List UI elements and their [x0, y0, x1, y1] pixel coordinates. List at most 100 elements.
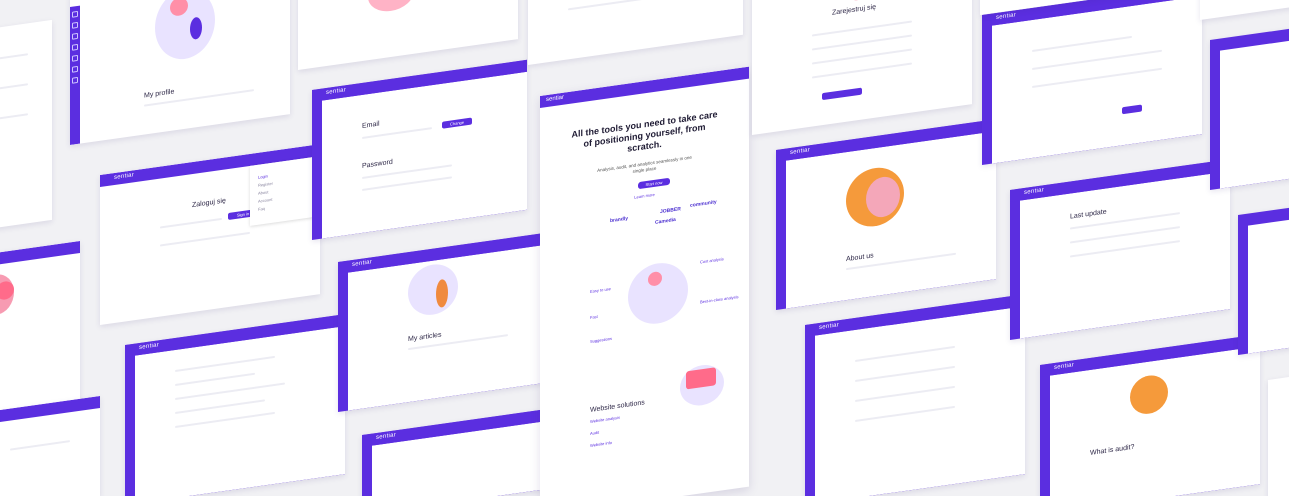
screen-my-articles: My articles sentiar: [338, 231, 553, 412]
password-field[interactable]: [812, 48, 912, 65]
content-area: Last update: [1020, 171, 1230, 339]
logo-camedia: Camedia: [655, 216, 676, 226]
text-line: [855, 345, 955, 362]
text-line: [175, 399, 265, 414]
text-line: [175, 355, 275, 372]
text-line: [175, 411, 275, 428]
screen-left-bottom-2: [0, 395, 100, 496]
brand-logo: sentiar: [139, 342, 160, 352]
page-title: About us: [846, 252, 874, 264]
brand-logo: sentiar: [1024, 187, 1045, 197]
feature-cost: Cost analysis: [700, 256, 724, 265]
page-title: My profile: [144, 88, 175, 100]
topbar: [0, 240, 80, 267]
text-line: [1070, 226, 1180, 244]
brand-logo: sentiar: [546, 94, 565, 104]
brand-logo: sentiar: [114, 172, 135, 182]
text-line: [0, 53, 28, 61]
website-analysis-link[interactable]: Website analysis: [590, 415, 620, 424]
user-icon: [850, 0, 864, 2]
text-line: [175, 382, 285, 400]
name-field[interactable]: [812, 20, 912, 37]
password-confirm-field[interactable]: [812, 62, 912, 79]
start-now-button[interactable]: Start now: [638, 177, 670, 190]
screen-faq: sentiar: [805, 294, 1025, 496]
brand-logo: sentiar: [376, 432, 397, 442]
feature-easy: Easy to use: [590, 286, 611, 294]
dropdown-menu: Login Register About Account Faq: [250, 156, 320, 226]
website-tools-title: Website solutions: [590, 399, 645, 414]
text-line: [855, 405, 955, 422]
brand-logo: sentiar: [326, 87, 347, 97]
screen-about-us: About us sentiar: [776, 119, 996, 310]
content-area: Email Change Password: [322, 71, 527, 239]
register-button[interactable]: [822, 87, 862, 101]
article-illustration: [408, 261, 458, 319]
content-area: [1248, 215, 1289, 354]
password-field[interactable]: [160, 231, 250, 247]
next-button[interactable]: [1122, 104, 1142, 115]
sidebar: [70, 5, 80, 145]
screen-right-mid: [1238, 203, 1289, 355]
audit-link[interactable]: Audit: [590, 430, 599, 436]
content-area: [1220, 37, 1289, 189]
screen-my-profile: My profile: [70, 0, 290, 145]
content-area: [992, 0, 1202, 164]
text-line: [855, 385, 955, 402]
menu-item-about[interactable]: About: [258, 189, 268, 195]
screen-filters: sentiar: [982, 0, 1202, 165]
menu-item-faq[interactable]: Faq: [258, 206, 265, 212]
brand-logo: sentiar: [790, 147, 811, 157]
page-title: What is audit?: [1090, 443, 1135, 457]
brand-logo: sentiar: [819, 322, 840, 332]
logo-community: community: [690, 199, 717, 209]
text-line: [1070, 240, 1180, 258]
password-label: Password: [362, 158, 393, 170]
feature-suggestions: Suggestions: [590, 335, 613, 344]
brand-logo: sentiar: [996, 12, 1017, 22]
screen-login: sentiar Zaloguj się Sign in Login Regist…: [100, 144, 320, 325]
email-label: Email: [362, 120, 380, 130]
password-input[interactable]: [362, 176, 452, 191]
menu-item-login[interactable]: Login: [258, 173, 268, 179]
screen-left-top: [0, 19, 52, 231]
screen-form-top: [528, 0, 743, 65]
website-info-link[interactable]: Website info: [590, 440, 612, 448]
hero-illustration: [628, 259, 688, 328]
brand-logo: sentiar: [352, 259, 373, 269]
brand-logo: sentiar: [1054, 362, 1075, 372]
page-title: My articles: [408, 331, 442, 344]
feature-fast: Fast: [590, 313, 598, 320]
menu-item-register[interactable]: Register: [258, 181, 273, 188]
email-input[interactable]: [362, 127, 432, 139]
text-line: [0, 83, 28, 91]
logo-brandly: brandly: [610, 215, 629, 225]
menu-item-account[interactable]: Account: [258, 197, 272, 204]
screen-what-is-audit: What is audit? sentiar: [1040, 334, 1260, 496]
text-line: [1032, 35, 1132, 52]
email-field[interactable]: [812, 34, 912, 51]
text-line: [1032, 67, 1162, 88]
screen-last-update: Last update sentiar: [1010, 159, 1230, 340]
screen-account: Email Change Password sentiar: [312, 59, 527, 240]
change-button[interactable]: Change: [442, 117, 472, 129]
screen-shopping: [298, 0, 518, 70]
cart-illustration: [368, 0, 414, 15]
screen-register: Zarejestruj się: [752, 0, 972, 135]
email-field[interactable]: [160, 217, 222, 229]
screen-settings: sentiar: [125, 314, 345, 496]
page-title: Last update: [1070, 208, 1107, 221]
question-mark-icon: [1130, 373, 1168, 417]
register-title: Zarejestruj się: [832, 3, 876, 17]
logo-jobber: JOBBER: [660, 206, 681, 216]
text-line: [1032, 49, 1162, 70]
text-line: [10, 440, 70, 451]
screen-right-bottom: [1268, 371, 1289, 496]
topbar: sentiar: [540, 66, 749, 108]
feature-best: Best-in-class analysis: [700, 294, 739, 305]
showcase-canvas: My profile sentiar Zaloguj się Sign in L…: [0, 0, 1289, 496]
content-area: My articles: [348, 243, 553, 411]
text-line: [0, 113, 28, 121]
text-line: [175, 372, 255, 386]
screens-collage: My profile sentiar Zaloguj się Sign in L…: [0, 0, 1289, 496]
